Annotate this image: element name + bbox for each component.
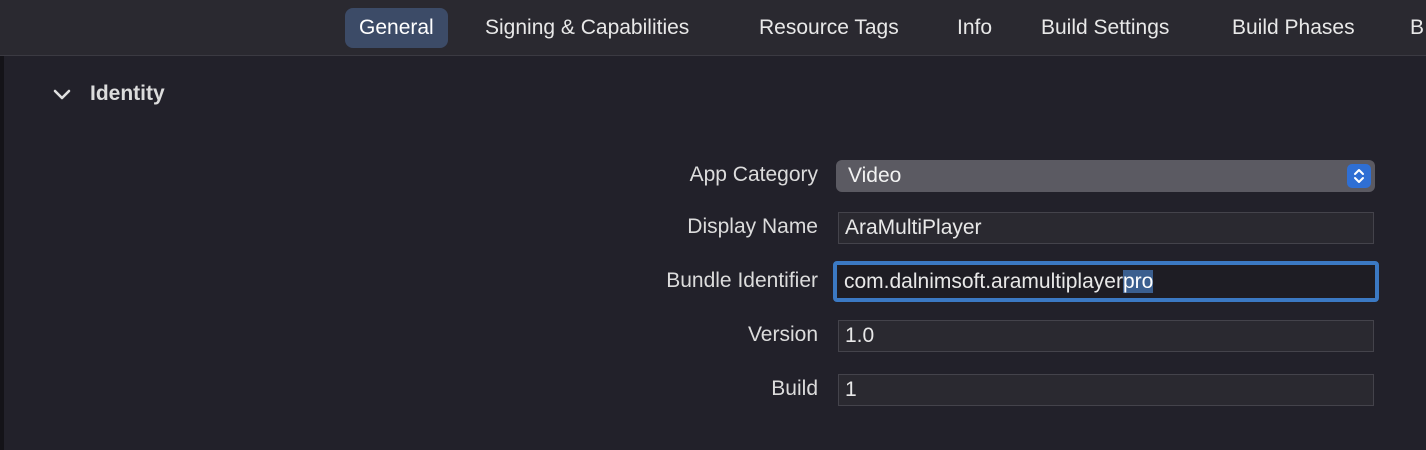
bundle-identifier-text: com.dalnimsoft.aramultiplayer (844, 270, 1123, 293)
tab-info[interactable]: Info (957, 8, 992, 48)
left-divider (0, 56, 4, 450)
up-down-chevrons-icon (1354, 169, 1364, 183)
tab-build-rules-truncated[interactable]: B (1410, 8, 1424, 48)
chevron-down-icon[interactable] (50, 82, 74, 106)
build-label: Build (771, 377, 818, 400)
tab-resource-tags[interactable]: Resource Tags (759, 8, 899, 48)
bundle-identifier-label: Bundle Identifier (666, 269, 818, 292)
app-category-popup[interactable]: Video (836, 160, 1375, 192)
app-category-value: Video (848, 164, 902, 187)
display-name-field[interactable]: AraMultiPlayer (838, 212, 1374, 244)
identity-section-title: Identity (90, 82, 165, 105)
identity-section-header[interactable]: Identity (50, 76, 165, 112)
bundle-identifier-field[interactable]: com.dalnimsoft.aramultiplayerpro (833, 261, 1379, 302)
app-category-label: App Category (689, 163, 818, 186)
tab-general[interactable]: General (345, 8, 448, 48)
build-field[interactable]: 1 (838, 374, 1374, 406)
editor-tab-bar: General Signing & Capabilities Resource … (0, 0, 1426, 56)
tab-signing-capabilities[interactable]: Signing & Capabilities (485, 8, 689, 48)
tab-build-phases[interactable]: Build Phases (1232, 8, 1355, 48)
display-name-label: Display Name (687, 215, 818, 238)
bundle-identifier-selected-text: pro (1122, 270, 1154, 293)
tab-build-settings[interactable]: Build Settings (1041, 8, 1169, 48)
version-field[interactable]: 1.0 (838, 320, 1374, 352)
version-label: Version (747, 323, 818, 346)
popup-stepper-icon[interactable] (1347, 164, 1371, 188)
